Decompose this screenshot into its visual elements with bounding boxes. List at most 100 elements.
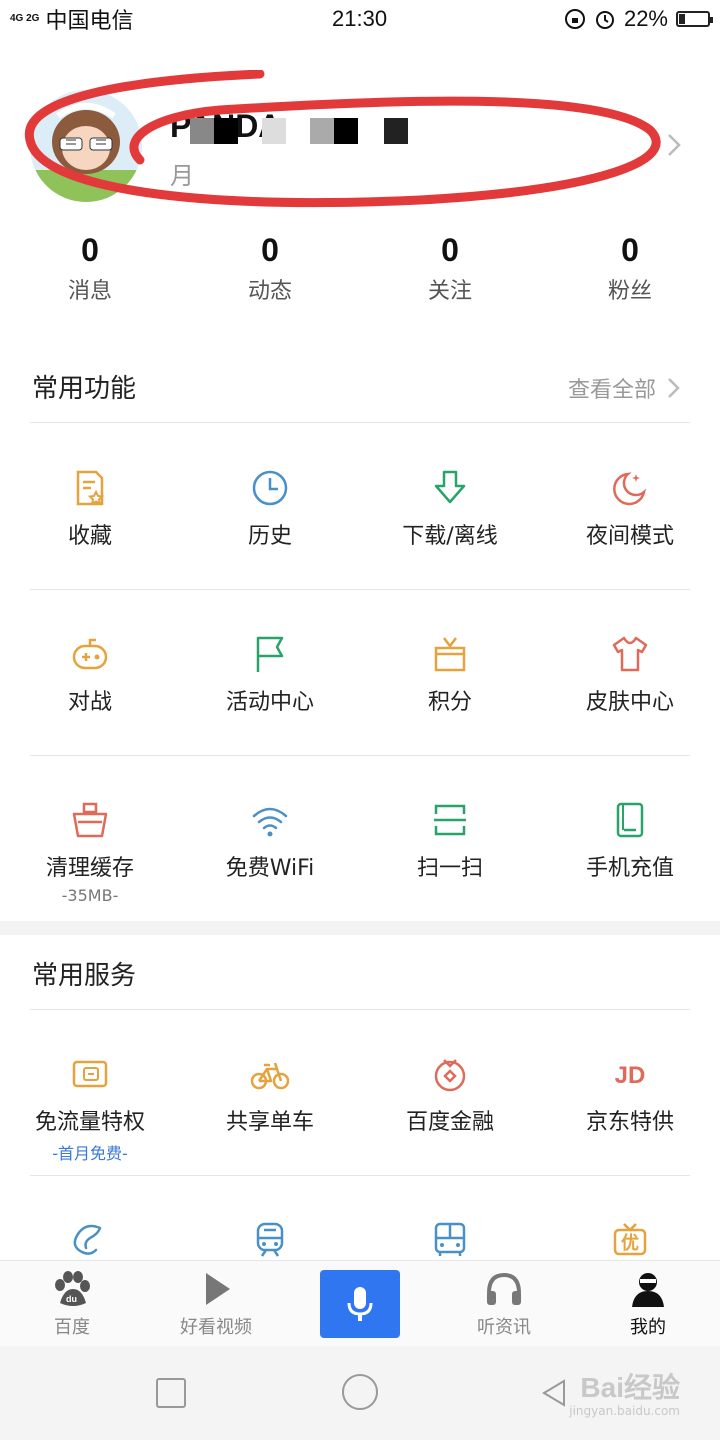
grid-item-label: 下载/离线 xyxy=(402,524,498,549)
grid-item-label: 积分 xyxy=(427,690,472,715)
gamepad-icon xyxy=(72,638,108,670)
status-right: 22% xyxy=(564,6,713,32)
grid-item-flag[interactable]: 活动中心 xyxy=(180,590,360,756)
stat-messages[interactable]: 0 消息 xyxy=(0,232,180,312)
tab-mine[interactable]: 我的 xyxy=(576,1261,720,1347)
tab-listen-news[interactable]: 听资讯 xyxy=(432,1261,576,1347)
baidu-paw-icon: du xyxy=(55,1271,90,1306)
stat-label: 关注 xyxy=(427,279,472,304)
finance-icon xyxy=(434,1059,466,1092)
tab-baidu[interactable]: du 百度 xyxy=(0,1261,144,1347)
grid-item-label: 清理缓存 xyxy=(45,856,134,881)
grid-item-gamepad[interactable]: 对战 xyxy=(0,590,180,756)
stat-following[interactable]: 0 关注 xyxy=(360,232,540,312)
tab-label: 我的 xyxy=(630,1317,666,1338)
stat-fans[interactable]: 0 粉丝 xyxy=(540,232,720,312)
grid-item-sublabel: -35MB- xyxy=(61,886,119,905)
grid-item-phone-recharge[interactable]: 手机充值 xyxy=(540,756,720,922)
grid-item-sublabel: -首月免费- xyxy=(52,1144,128,1163)
service-row: 免流量特权 -首月免费- 共享单车 百度金融 JD 京东特供 xyxy=(0,1010,720,1176)
train-icon xyxy=(256,1222,284,1257)
scan-icon xyxy=(434,804,466,836)
stat-number: 0 xyxy=(621,232,639,268)
grid-item-jd[interactable]: JD 京东特供 xyxy=(540,1010,720,1176)
avatar-image xyxy=(30,90,142,202)
gift-icon xyxy=(434,637,466,672)
user-subtitle: 月 xyxy=(170,162,194,190)
grid-item-label: 收藏 xyxy=(67,524,112,549)
tab-label: 好看视频 xyxy=(180,1317,252,1338)
back-button[interactable] xyxy=(540,1378,570,1408)
system-nav-bar: Bai经验 jingyan.baidu.com xyxy=(0,1346,720,1440)
function-row: 收藏 历史 下载/离线 夜间模式 xyxy=(0,424,720,590)
coupon-icon: 优 xyxy=(613,1223,647,1256)
divider xyxy=(30,422,690,423)
grid-item-sim-card[interactable]: 免流量特权 -首月免费- xyxy=(0,1010,180,1176)
profile-chevron-right-icon xyxy=(668,134,681,156)
battery-icon xyxy=(676,11,713,27)
clock-icon xyxy=(252,470,288,506)
recent-apps-button[interactable] xyxy=(156,1378,186,1408)
stat-label: 粉丝 xyxy=(607,279,652,304)
sim-card-icon xyxy=(72,1060,108,1088)
tab-voice[interactable] xyxy=(288,1261,432,1347)
svg-text:优: 优 xyxy=(621,1232,639,1253)
grid-item-finance[interactable]: 百度金融 xyxy=(360,1010,540,1176)
broom-icon xyxy=(72,802,108,838)
grid-item-label: 扫一扫 xyxy=(416,856,483,881)
grid-item-label: 免流量特权 xyxy=(34,1110,145,1135)
phone-recharge-icon xyxy=(616,802,644,838)
section-gap xyxy=(0,921,720,935)
stat-number: 0 xyxy=(441,232,459,268)
grid-item-moon[interactable]: 夜间模式 xyxy=(540,424,720,590)
user-icon xyxy=(632,1273,664,1307)
tab-label: 听资讯 xyxy=(477,1317,531,1338)
grid-item-favorite[interactable]: 收藏 xyxy=(0,424,180,590)
watermark-logo: Bai经验 xyxy=(580,1372,680,1403)
grid-item-label: 京东特供 xyxy=(585,1110,674,1135)
signal-icon: 4G 2G xyxy=(10,13,40,24)
section-title-common-services: 常用服务 xyxy=(32,961,137,991)
stats-row: 0 消息 0 动态 0 关注 0 粉丝 xyxy=(0,232,720,312)
home-button[interactable] xyxy=(342,1374,378,1410)
function-row: 清理缓存 -35MB- 免费WiFi 扫一扫 手机充值 xyxy=(0,756,720,922)
bicycle-icon xyxy=(250,1062,290,1090)
grid-item-scan[interactable]: 扫一扫 xyxy=(360,756,540,922)
grid-item-label: 皮肤中心 xyxy=(585,690,674,715)
grid-item-clock[interactable]: 历史 xyxy=(180,424,360,590)
see-all-link[interactable]: 查看全部 xyxy=(568,372,680,404)
stat-label: 动态 xyxy=(247,279,292,304)
grid-item-download[interactable]: 下载/离线 xyxy=(360,424,540,590)
stat-dynamics[interactable]: 0 动态 xyxy=(180,232,360,312)
rotation-lock-icon xyxy=(564,9,585,29)
carrier-label: 中国电信 xyxy=(45,8,134,33)
play-icon xyxy=(206,1273,230,1305)
dolphin-icon xyxy=(73,1224,102,1255)
grid-item-label: 共享单车 xyxy=(225,1110,314,1135)
voice-search-button[interactable] xyxy=(320,1270,400,1338)
grid-item-tshirt[interactable]: 皮肤中心 xyxy=(540,590,720,756)
chevron-right-icon xyxy=(668,378,680,398)
bus-icon xyxy=(434,1222,466,1256)
grid-item-label: 百度金融 xyxy=(405,1110,494,1135)
wifi-icon xyxy=(252,807,288,837)
grid-item-wifi[interactable]: 免费WiFi xyxy=(180,756,360,922)
tab-label: 百度 xyxy=(54,1317,90,1338)
grid-item-label: 手机充值 xyxy=(585,856,674,881)
see-all-label: 查看全部 xyxy=(567,378,656,403)
microphone-icon xyxy=(347,1287,373,1321)
stat-label: 消息 xyxy=(67,279,112,304)
grid-item-label: 夜间模式 xyxy=(585,524,674,549)
tab-haokan-video[interactable]: 好看视频 xyxy=(144,1261,288,1347)
svg-text:du: du xyxy=(66,1294,77,1304)
svg-text:JD: JD xyxy=(615,1062,646,1089)
grid-item-gift[interactable]: 积分 xyxy=(360,590,540,756)
grid-item-broom[interactable]: 清理缓存 -35MB- xyxy=(0,756,180,922)
bottom-tab-bar: du 百度 好看视频 听资讯 我的 xyxy=(0,1260,720,1347)
profile-header[interactable]: PANDA 月 xyxy=(0,70,720,220)
download-icon xyxy=(434,470,466,504)
grid-item-label: 免费WiFi xyxy=(225,856,315,881)
grid-item-bicycle[interactable]: 共享单车 xyxy=(180,1010,360,1176)
avatar[interactable] xyxy=(30,90,142,202)
function-row: 对战 活动中心 积分 皮肤中心 xyxy=(0,590,720,756)
